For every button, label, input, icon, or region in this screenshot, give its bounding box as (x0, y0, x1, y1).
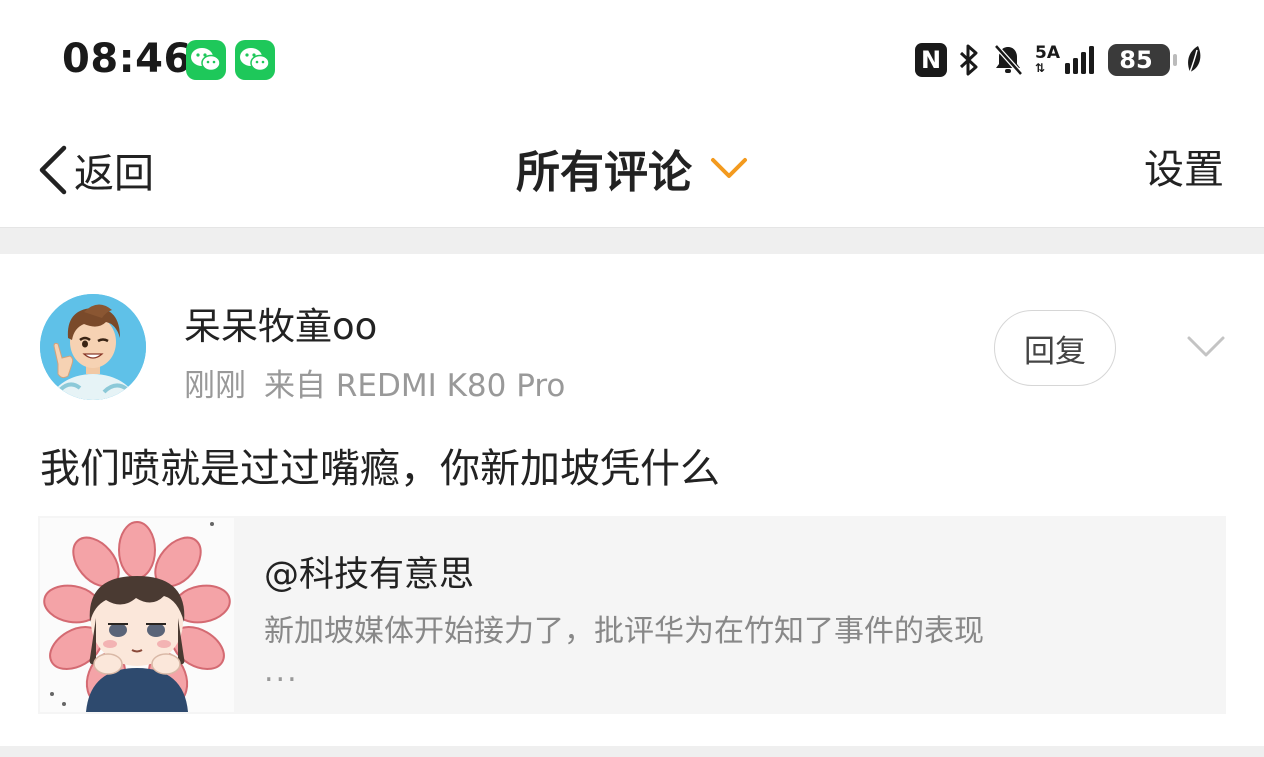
leaf-power-saving-icon (1188, 46, 1201, 73)
comment-filter-dropdown[interactable]: 所有评论 (0, 138, 1264, 198)
signal-bars-icon (1065, 46, 1094, 74)
page-title[interactable]: 所有评论 (516, 136, 692, 200)
nav-bar: 返回 所有评论 设置 (0, 118, 1264, 228)
section-divider (0, 746, 1264, 757)
status-time: 08:46 (62, 36, 192, 82)
nfc-icon: N (915, 43, 947, 77)
chevron-down-icon[interactable] (710, 156, 748, 180)
quoted-post-thumbnail (40, 518, 234, 712)
chevron-down-icon[interactable] (1186, 334, 1226, 360)
comment-source: 来自 REDMI K80 Pro (264, 368, 566, 404)
network-indicator: 5A ⇅ (1035, 45, 1098, 75)
avatar[interactable] (40, 294, 146, 400)
battery-indicator: 85 (1108, 44, 1177, 76)
quoted-post-text: 新加坡媒体开始接力了，批评华为在竹知了事件的表现 (264, 614, 984, 649)
comment-meta: 刚刚 来自 REDMI K80 Pro (184, 360, 565, 405)
nfc-label: N (920, 46, 942, 74)
comment-text: 我们喷就是过过嘴瘾，你新加坡凭什么 (40, 446, 720, 492)
status-bar: 08:46 N 5A ⇅ 85 (0, 0, 1264, 118)
quoted-post-ellipsis: ... (264, 654, 299, 689)
battery-level: 85 (1119, 46, 1153, 74)
comment-item: 呆呆牧童oo 刚刚 来自 REDMI K80 Pro 回复 我们喷就是过过嘴瘾，你… (0, 254, 1264, 746)
wechat-notification-icon (186, 40, 226, 80)
status-icons: N 5A ⇅ 85 (915, 40, 1204, 80)
reply-button[interactable]: 回复 (994, 310, 1116, 386)
network-type-label: 5A (1035, 43, 1060, 63)
data-arrows-icon: ⇅ (1035, 61, 1046, 75)
quoted-post-card[interactable]: @科技有意思 新加坡媒体开始接力了，批评华为在竹知了事件的表现 ... (38, 516, 1226, 714)
bluetooth-icon (959, 44, 978, 76)
section-divider (0, 228, 1264, 254)
quoted-post-author[interactable]: @科技有意思 (264, 546, 474, 597)
settings-button[interactable]: 设置 (1144, 140, 1224, 200)
username[interactable]: 呆呆牧童oo (184, 296, 377, 350)
mute-bell-icon (994, 44, 1023, 76)
comment-time: 刚刚 (184, 368, 246, 404)
wechat-notification-icon (235, 40, 275, 80)
